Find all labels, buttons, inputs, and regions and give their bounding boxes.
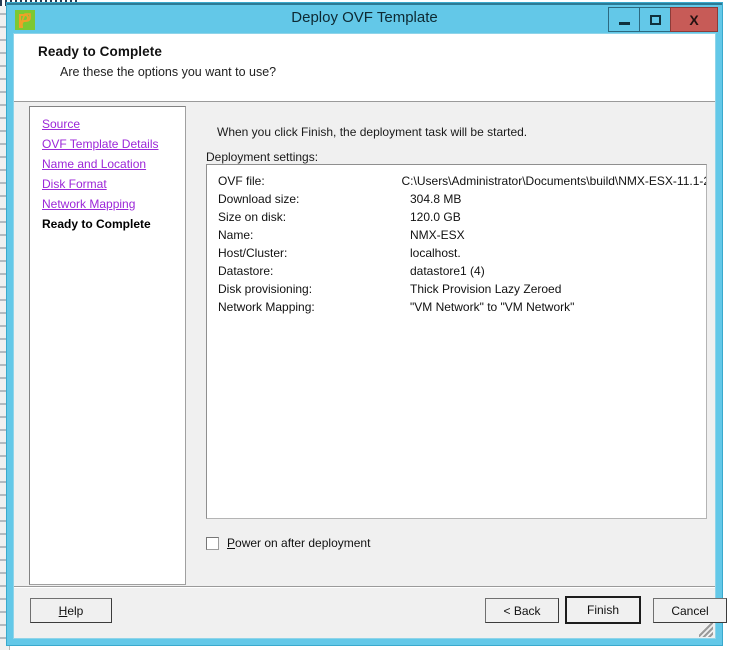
- setting-label-host-cluster: Host/Cluster:: [218, 246, 288, 260]
- setting-value-network-mapping: "VM Network" to "VM Network": [410, 300, 575, 314]
- intro-text: When you click Finish, the deployment ta…: [217, 125, 528, 139]
- close-button[interactable]: X: [670, 7, 718, 32]
- sidebar-item-ready-to-complete: Ready to Complete: [42, 217, 151, 231]
- table-row: Size on disk: 120.0 GB: [207, 208, 706, 226]
- setting-label-network-mapping: Network Mapping:: [218, 300, 315, 314]
- main-panel: When you click Finish, the deployment ta…: [194, 106, 709, 564]
- dialog-body: Source OVF Template Details Name and Loc…: [14, 102, 715, 586]
- setting-value-datastore: datastore1 (4): [410, 264, 485, 278]
- minimize-icon: [618, 21, 630, 25]
- footer-divider-highlight: [14, 587, 715, 588]
- table-row: OVF file: C:\Users\Administrator\Documen…: [207, 172, 706, 190]
- setting-value-size-on-disk: 120.0 GB: [410, 210, 461, 224]
- setting-label-size-on-disk: Size on disk:: [218, 210, 287, 224]
- checkbox-label: Power on after deployment: [227, 536, 370, 550]
- help-label: elp: [67, 603, 84, 618]
- maximize-button[interactable]: [639, 7, 671, 32]
- checkbox-label-accel: P: [227, 536, 236, 550]
- finish-button[interactable]: Finish: [565, 596, 641, 624]
- resize-grip[interactable]: [699, 623, 713, 637]
- page-title: Ready to Complete: [38, 44, 162, 59]
- table-row: Disk provisioning: Thick Provision Lazy …: [207, 280, 706, 298]
- setting-value-disk-provisioning: Thick Provision Lazy Zeroed: [410, 282, 562, 296]
- close-icon: X: [689, 11, 699, 28]
- setting-label-disk-provisioning: Disk provisioning:: [218, 282, 313, 296]
- dialog-footer: Help < Back Finish Cancel: [14, 586, 727, 638]
- setting-label-ovf-file: OVF file:: [218, 174, 265, 188]
- sidebar-item-network-mapping[interactable]: Network Mapping: [42, 197, 135, 211]
- deployment-settings-list[interactable]: OVF file: C:\Users\Administrator\Documen…: [206, 164, 707, 519]
- setting-value-host-cluster: localhost.: [410, 246, 461, 260]
- table-row: Host/Cluster: localhost.: [207, 244, 706, 262]
- setting-label-download-size: Download size:: [218, 192, 300, 206]
- setting-label-datastore: Datastore:: [218, 264, 274, 278]
- checkbox-box[interactable]: [206, 536, 219, 550]
- cancel-button[interactable]: Cancel: [653, 598, 727, 623]
- help-button[interactable]: Help: [30, 598, 112, 623]
- dialog-client-area: Ready to Complete Are these the options …: [13, 33, 727, 639]
- sidebar-item-disk-format[interactable]: Disk Format: [42, 177, 107, 191]
- back-button[interactable]: < Back: [485, 598, 559, 623]
- page-subtitle: Are these the options you want to use?: [60, 65, 277, 79]
- page-header: Ready to Complete Are these the options …: [14, 34, 715, 104]
- setting-value-download-size: 304.8 MB: [410, 192, 462, 206]
- setting-value-ovf-file: C:\Users\Administrator\Documents\build\N…: [401, 174, 706, 188]
- wizard-step-sidebar: Source OVF Template Details Name and Loc…: [29, 106, 186, 585]
- sidebar-item-ovf-template-details[interactable]: OVF Template Details: [42, 137, 159, 151]
- table-row: Datastore: datastore1 (4): [207, 262, 706, 280]
- deploy-ovf-template-dialog: Deploy OVF Template X Ready to Complete …: [6, 2, 727, 646]
- window-controls: X: [608, 7, 718, 33]
- minimize-button[interactable]: [608, 7, 640, 32]
- table-row: Download size: 304.8 MB: [207, 190, 706, 208]
- table-row: Name: NMX-ESX: [207, 226, 706, 244]
- table-row: Network Mapping: "VM Network" to "VM Net…: [207, 298, 706, 316]
- settings-caption: Deployment settings:: [206, 150, 319, 164]
- sidebar-item-name-and-location[interactable]: Name and Location: [42, 157, 146, 171]
- setting-value-name: NMX-ESX: [410, 228, 465, 242]
- sidebar-item-source[interactable]: Source: [42, 117, 80, 131]
- title-bar[interactable]: Deploy OVF Template X: [7, 3, 722, 33]
- help-accel: H: [58, 603, 68, 618]
- power-on-after-deployment-checkbox[interactable]: Power on after deployment: [206, 536, 370, 550]
- maximize-icon: [649, 14, 661, 25]
- checkbox-label-rest: ower on after deployment: [235, 536, 371, 550]
- setting-label-name: Name:: [218, 228, 254, 242]
